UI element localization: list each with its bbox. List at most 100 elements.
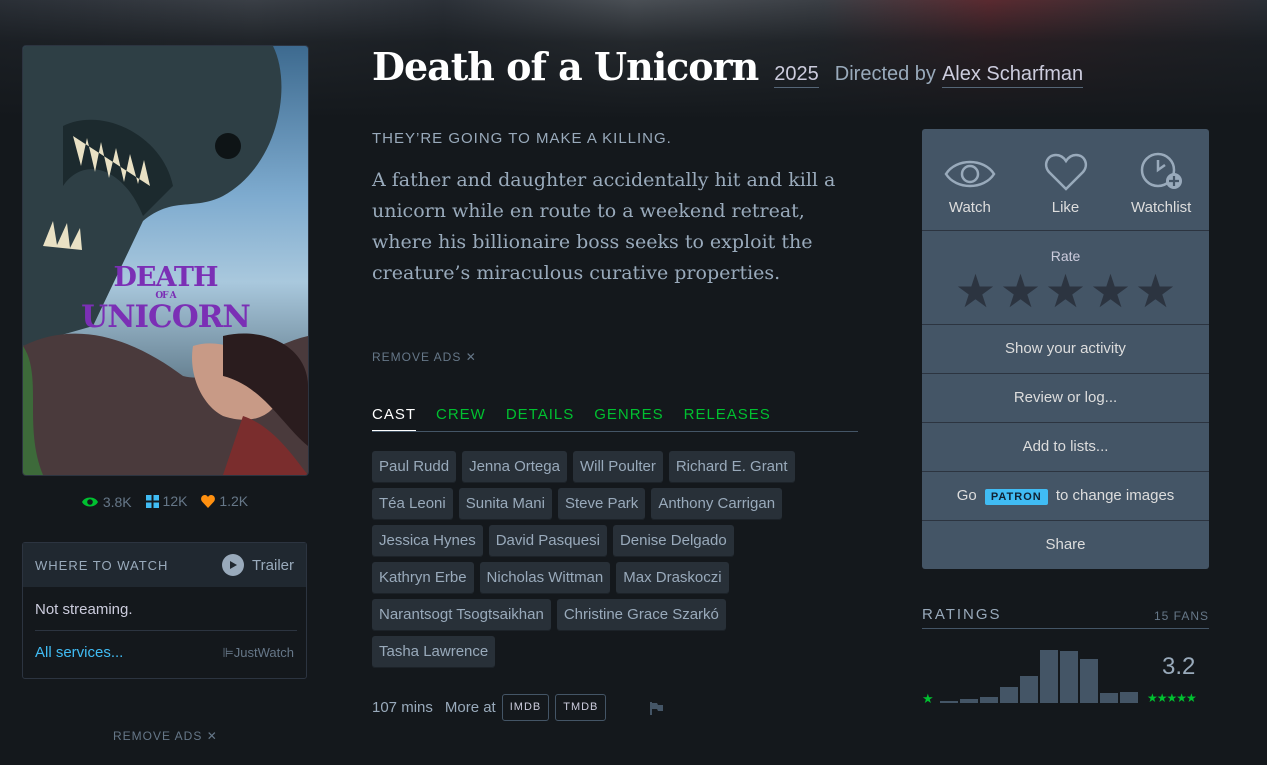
like-button[interactable]: Like	[1018, 129, 1114, 230]
watchlist-button[interactable]: Watchlist	[1113, 129, 1209, 230]
histogram-bar[interactable]	[980, 697, 998, 703]
histogram-bar[interactable]	[1000, 687, 1018, 703]
where-to-watch-panel: WHERE TO WATCH Trailer Not streaming. Al…	[22, 542, 307, 679]
director-link[interactable]: Alex Scharfman	[941, 63, 1084, 88]
rate-label: Rate	[1050, 248, 1081, 264]
watched-count[interactable]: 3.8K	[81, 494, 132, 510]
ratings-heading[interactable]: RATINGS	[922, 606, 1002, 623]
watch-label: Watch	[948, 199, 991, 216]
cast-member-chip[interactable]: Christine Grace Szarkó	[556, 599, 726, 631]
histogram-bar[interactable]	[1060, 651, 1078, 703]
fans-count[interactable]: 15 FANS	[1154, 606, 1209, 623]
trailer-label: Trailer	[252, 556, 294, 574]
review-or-log-button[interactable]: Review or log...	[922, 374, 1209, 423]
eye-icon	[944, 160, 996, 188]
star-icon[interactable]: ★	[1043, 268, 1088, 314]
watch-button[interactable]: Watch	[922, 129, 1018, 230]
average-rating[interactable]: 3.2	[1162, 653, 1195, 681]
action-buttons: Watch Like Watchlist	[922, 129, 1209, 231]
likes-count-value: 1.2K	[219, 493, 249, 509]
cast-member-chip[interactable]: Jessica Hynes	[372, 525, 483, 557]
streaming-status: Not streaming.	[35, 601, 133, 618]
change-images-row[interactable]: Go PATRON to change images	[922, 472, 1209, 521]
more-at-label: More at	[444, 699, 496, 716]
cast-member-chip[interactable]: Tasha Lawrence	[372, 636, 496, 668]
cast-member-chip[interactable]: Steve Park	[557, 488, 646, 520]
justwatch-label: JustWatch	[233, 644, 294, 660]
directed-by-label: Directed by	[834, 63, 936, 85]
cast-member-chip[interactable]: Kathryn Erbe	[372, 562, 474, 594]
cast-member-chip[interactable]: Jenna Ortega	[462, 451, 567, 483]
cast-member-chip[interactable]: Max Draskoczi	[616, 562, 729, 594]
histogram-bar[interactable]	[960, 699, 978, 703]
release-year-link[interactable]: 2025	[774, 63, 819, 88]
all-services-link[interactable]: All services...	[35, 644, 123, 661]
film-footer: 107 mins More at IMDB TMDB	[372, 694, 664, 721]
cast-member-chip[interactable]: Paul Rudd	[372, 451, 457, 483]
tab-cast[interactable]: CAST	[372, 406, 417, 431]
justwatch-icon: ⊫	[222, 644, 234, 660]
change-images-label: to change images	[1055, 487, 1175, 504]
histogram-bar[interactable]	[1040, 650, 1058, 703]
cast-member-chip[interactable]: Anthony Carrigan	[651, 488, 783, 520]
max-stars-icon: ★★★★★	[1147, 691, 1197, 705]
histogram-bar[interactable]	[1100, 693, 1118, 703]
poster-title-line: UNICORN	[81, 299, 251, 335]
share-button[interactable]: Share	[922, 521, 1209, 569]
cast-member-chip[interactable]: Téa Leoni	[372, 488, 453, 520]
watched-count-value: 3.8K	[102, 493, 132, 510]
runtime: 107 mins	[372, 699, 433, 716]
film-stats: 3.8K 12K 1.2K	[22, 493, 307, 511]
watchlist-clock-icon	[1140, 152, 1183, 189]
star-icon[interactable]: ★	[1088, 268, 1133, 314]
film-header: Death of a Unicorn 2025 Directed by Alex…	[372, 44, 1084, 89]
patron-badge[interactable]: PATRON	[984, 489, 1048, 505]
show-activity-button[interactable]: Show your activity	[922, 325, 1209, 374]
cast-member-chip[interactable]: Richard E. Grant	[668, 451, 795, 483]
remove-ads-link[interactable]: REMOVE ADS ✕	[113, 729, 218, 743]
star-icon[interactable]: ★	[998, 268, 1043, 314]
star-icon[interactable]: ★	[953, 268, 998, 314]
tmdb-button[interactable]: TMDB	[555, 694, 607, 721]
tab-genres[interactable]: GENRES	[594, 406, 663, 431]
star-rating-input[interactable]: ★ ★ ★ ★ ★	[922, 268, 1209, 314]
report-flag-icon[interactable]	[648, 700, 664, 716]
cast-list: Paul Rudd Jenna Ortega Will Poulter Rich…	[372, 451, 822, 668]
histogram-bar[interactable]	[1020, 676, 1038, 703]
trailer-button[interactable]: Trailer	[222, 554, 294, 576]
ratings-header: RATINGS 15 FANS	[922, 606, 1209, 629]
heart-icon	[1044, 153, 1087, 191]
tab-details[interactable]: DETAILS	[506, 406, 574, 431]
likes-count[interactable]: 1.2K	[201, 493, 248, 509]
lists-count[interactable]: 12K	[145, 493, 187, 509]
histogram-bar[interactable]	[940, 701, 958, 703]
cast-member-chip[interactable]: Will Poulter	[572, 451, 663, 483]
justwatch-link[interactable]: ⊫JustWatch	[222, 645, 294, 661]
rating-section: Rate ★ ★ ★ ★ ★	[922, 231, 1209, 325]
tab-crew[interactable]: CREW	[436, 406, 486, 431]
poster-artwork	[23, 46, 308, 475]
grid-icon	[145, 494, 159, 508]
add-to-lists-button[interactable]: Add to lists...	[922, 423, 1209, 472]
star-icon[interactable]: ★	[1133, 268, 1178, 314]
poster-title-line: DEATH	[113, 262, 218, 293]
min-star-icon: ★	[922, 691, 934, 706]
film-tagline: THEY’RE GOING TO MAKE A KILLING.	[372, 130, 672, 147]
cast-member-chip[interactable]: Denise Delgado	[612, 525, 734, 557]
actions-panel: Watch Like Watchlist Rate ★ ★ ★ ★ ★ Show…	[922, 129, 1209, 569]
film-poster[interactable]: DEATH OF A UNICORN	[22, 45, 309, 476]
imdb-button[interactable]: IMDB	[501, 694, 550, 721]
histogram-bar[interactable]	[1120, 692, 1138, 703]
ratings-histogram	[940, 645, 1140, 703]
where-to-watch-heading: WHERE TO WATCH	[35, 557, 169, 573]
cast-member-chip[interactable]: David Pasquesi	[488, 525, 607, 557]
go-label: Go	[956, 487, 977, 504]
cast-member-chip[interactable]: Nicholas Wittman	[479, 562, 611, 594]
watchlist-label: Watchlist	[1131, 199, 1192, 216]
histogram-bar[interactable]	[1080, 659, 1098, 703]
tab-releases[interactable]: RELEASES	[684, 406, 771, 431]
cast-member-chip[interactable]: Narantsogt Tsogtsaikhan	[372, 599, 551, 631]
remove-ads-link[interactable]: REMOVE ADS ✕	[372, 350, 477, 364]
film-synopsis: A father and daughter accidentally hit a…	[372, 169, 836, 284]
cast-member-chip[interactable]: Sunita Mani	[458, 488, 552, 520]
